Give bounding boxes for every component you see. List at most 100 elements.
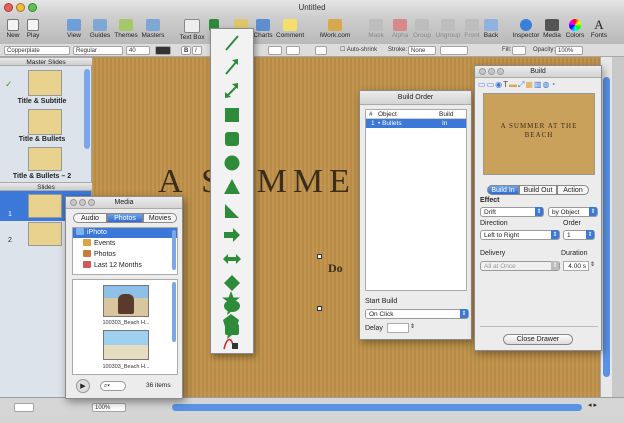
pentagon-shape-icon[interactable]	[221, 312, 241, 332]
table-inspector-icon[interactable]: ▦	[525, 80, 534, 89]
font-size-field[interactable]: 40	[126, 46, 150, 55]
delay-stepper-icon[interactable]: ⇕	[410, 323, 415, 330]
minimize-icon[interactable]	[488, 68, 495, 75]
zoom-select[interactable]: 100%	[92, 403, 126, 412]
order-select[interactable]: 1	[563, 230, 595, 240]
text-box-button[interactable]: Text Box	[178, 16, 206, 44]
font-family-select[interactable]: Copperplate	[4, 46, 70, 55]
selection-handle[interactable]	[317, 254, 322, 259]
media-button[interactable]: Media	[542, 16, 562, 44]
tab-action[interactable]: Action	[557, 185, 589, 195]
mask-button[interactable]: Mask	[366, 16, 386, 44]
inspector-button[interactable]: Inspector	[512, 16, 540, 44]
master-thumb-title-bullets[interactable]	[28, 109, 62, 135]
slide-thumb-2[interactable]	[28, 222, 62, 246]
by-object-select[interactable]: by Object	[548, 207, 598, 217]
list-style-select[interactable]	[315, 46, 327, 55]
line-shape-icon[interactable]	[222, 33, 242, 53]
zoom-icon[interactable]	[497, 68, 504, 75]
close-icon[interactable]	[479, 68, 486, 75]
italic-button[interactable]: I	[192, 46, 202, 55]
stroke-select[interactable]: None	[408, 46, 436, 55]
rounded-rectangle-shape-icon[interactable]	[222, 129, 242, 149]
hyperlink-inspector-icon[interactable]: ◍	[543, 80, 551, 89]
quicktime-inspector-icon[interactable]: ◔	[551, 80, 557, 89]
view-mode-select[interactable]	[14, 403, 34, 412]
delay-field[interactable]	[387, 323, 409, 333]
rectangle-shape-icon[interactable]	[222, 105, 242, 125]
fonts-button[interactable]: A Fonts	[588, 16, 610, 44]
scroll-thumb[interactable]	[603, 77, 610, 377]
start-build-select[interactable]: On Click	[365, 309, 469, 319]
slide-body-text[interactable]: Do	[328, 261, 343, 276]
view-button[interactable]: View	[62, 16, 86, 44]
minimize-icon[interactable]	[79, 199, 86, 206]
slide-title[interactable]: A SUMME	[158, 163, 356, 201]
tab-movies[interactable]: Movies	[143, 213, 177, 223]
source-last-12-months[interactable]: Last 12 Months	[83, 261, 142, 271]
graphic-inspector-icon[interactable]: ▬	[509, 80, 518, 89]
double-arrow-block-shape-icon[interactable]	[222, 249, 242, 269]
colors-button[interactable]: Colors	[564, 16, 586, 44]
iwork-com-button[interactable]: iWork.com	[318, 16, 352, 44]
zoom-icon[interactable]	[88, 199, 95, 206]
close-icon[interactable]	[4, 3, 13, 12]
chart-inspector-icon[interactable]: ▥	[534, 80, 543, 89]
new-button[interactable]: New	[3, 16, 23, 44]
photo-thumbnail[interactable]	[103, 330, 149, 360]
inspector-tabs[interactable]: ▭▭◉T▬⤢▦▥◍◔	[478, 79, 600, 90]
opacity-field[interactable]: 100%	[555, 46, 583, 55]
arrow-shape-icon[interactable]	[222, 225, 242, 245]
triangle-shape-icon[interactable]	[222, 177, 242, 197]
minimize-icon[interactable]	[16, 3, 25, 12]
autoshrink-checkbox[interactable]: ☐ Auto-shrink	[340, 46, 377, 55]
direction-select[interactable]: Left to Right	[480, 230, 560, 240]
star-shape-icon[interactable]	[221, 290, 241, 310]
close-drawer-button[interactable]: Close Drawer	[503, 334, 573, 345]
masters-button[interactable]: Masters	[140, 16, 166, 44]
charts-button[interactable]: Charts	[252, 16, 274, 44]
source-photos[interactable]: Photos	[83, 250, 116, 260]
stroke-width-field[interactable]	[440, 46, 468, 55]
text-color-well[interactable]	[155, 46, 171, 55]
font-style-select[interactable]: Regular	[73, 46, 123, 55]
line-spacing-select[interactable]	[268, 46, 282, 55]
tab-build-out[interactable]: Build Out	[519, 185, 557, 195]
pen-tool-icon[interactable]	[221, 333, 241, 351]
navigator-scrollbar[interactable]	[84, 69, 90, 149]
play-icon[interactable]: ▶	[76, 379, 90, 393]
search-field[interactable]: ⌕▾	[100, 381, 126, 391]
tab-photos[interactable]: Photos	[107, 213, 143, 223]
guides-button[interactable]: Guides	[88, 16, 112, 44]
bold-button[interactable]: B	[181, 46, 191, 55]
close-icon[interactable]	[70, 199, 77, 206]
effect-select[interactable]: Drift	[480, 207, 544, 217]
play-button[interactable]: Play	[23, 16, 43, 44]
double-arrow-shape-icon[interactable]	[222, 81, 242, 101]
themes-button[interactable]: Themes	[113, 16, 139, 44]
source-iphoto[interactable]: iPhoto	[76, 228, 107, 238]
photo-scrollbar[interactable]	[172, 282, 176, 342]
scroll-arrows-icon[interactable]: ◂ ▸	[588, 401, 597, 409]
duration-field[interactable]: 4.00 s	[563, 261, 589, 271]
fill-color-well[interactable]	[512, 46, 526, 55]
group-button[interactable]: Group	[412, 16, 432, 44]
selection-handle[interactable]	[317, 306, 322, 311]
horizontal-scrollbar[interactable]	[172, 404, 582, 411]
back-button[interactable]: Back	[482, 16, 500, 44]
slide-thumb-1[interactable]	[28, 194, 62, 218]
circle-shape-icon[interactable]	[222, 153, 242, 173]
arrow-line-shape-icon[interactable]	[222, 57, 242, 77]
front-button[interactable]: Front	[462, 16, 482, 44]
right-triangle-shape-icon[interactable]	[222, 201, 242, 221]
master-thumb-title-subtitle[interactable]	[28, 70, 62, 96]
tab-build-in[interactable]: Build In	[487, 185, 519, 195]
alpha-button[interactable]: Alpha	[390, 16, 410, 44]
delivery-select[interactable]: All at Once	[480, 261, 560, 271]
table-row[interactable]: 1 • Bullets In	[366, 119, 466, 128]
duration-stepper-icon[interactable]: ⇕	[590, 261, 595, 268]
columns-select[interactable]	[286, 46, 300, 55]
master-thumb-title-bullets-2[interactable]	[28, 147, 62, 171]
source-scrollbar[interactable]	[172, 230, 176, 270]
slide-inspector-icon[interactable]: ▭	[487, 80, 496, 89]
